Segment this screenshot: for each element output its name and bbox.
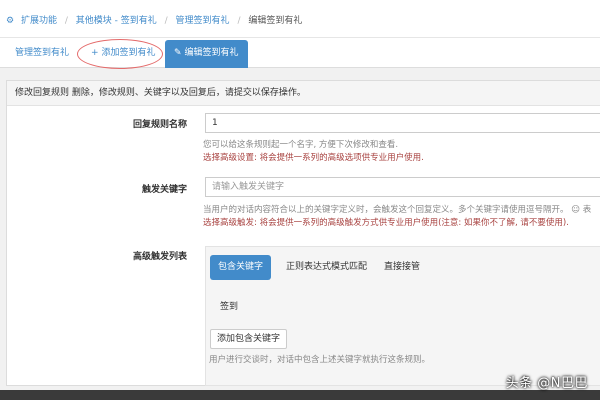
advanced-trigger-box: 包含关键字 正则表达式模式匹配 直接接管 签到 添加包含关键字 [205, 246, 600, 386]
watermark: 头条 @N巴巴 [505, 376, 588, 391]
advanced-trigger-label: 高级触发列表 [132, 252, 187, 262]
rule-name-help: 您可以给这条规则起一个名字, 方便下次修改和查看. [203, 140, 399, 150]
breadcrumb-item-extensions[interactable]: 扩展功能 [21, 16, 57, 26]
edit-icon: ✎ [174, 48, 182, 58]
tab-label: 编辑签到有礼 [184, 48, 239, 58]
tab-label: 添加签到有礼 [101, 48, 156, 58]
trigger-keyword-help: 当用户的对话内容符合以上的关键字定义时，会触发这个回复定义。多个关键字请使用逗号… [203, 203, 591, 215]
breadcrumb-separator: / [237, 16, 241, 26]
breadcrumb-item-current: 编辑签到有礼 [248, 16, 303, 26]
panel-subtitle: 删除，修改规则、关键字以及回复后，请提交以保存操作。 [71, 88, 306, 98]
keyword-item: 签到 [220, 302, 239, 312]
breadcrumb-item-module[interactable]: 其他模块 - 签到有礼 [76, 16, 157, 26]
rule-name-label: 回复规则名称 [132, 120, 187, 130]
rule-panel: 修改回复规则 删除，修改规则、关键字以及回复后，请提交以保存操作。 回复规则名称… [6, 80, 600, 386]
pill-contains-keyword[interactable]: 包含关键字 [210, 255, 272, 280]
trigger-keyword-advanced-warning: 选择高级触发: 将会提供一系列的高级触发方式供专业用户使用(注意: 如果你不了解… [203, 218, 569, 228]
tab-manage[interactable]: 管理签到有礼 [6, 40, 78, 67]
breadcrumb-item-manage[interactable]: 管理签到有礼 [176, 16, 230, 26]
breadcrumb: ⚙ 扩展功能 / 其他模块 - 签到有礼 / 管理签到有礼 / 编辑签到有礼 [0, 0, 600, 38]
tab-edit[interactable]: ✎ 编辑签到有礼 [165, 40, 248, 68]
trigger-keyword-label: 触发关键字 [141, 185, 187, 195]
advanced-trigger-help: 用户进行交谈时，对话中包含上述关键字就执行这条规则。 [209, 355, 431, 365]
breadcrumb-separator: / [164, 16, 168, 26]
rule-name-advanced-warning: 选择高级设置: 将会提供一系列的高级选项供专业用户使用. [203, 153, 424, 163]
gear-icon: ⚙ [6, 16, 15, 26]
rule-name-input[interactable]: 1 [205, 113, 600, 133]
tab-label: 管理签到有礼 [15, 48, 70, 58]
trigger-keyword-help-text: 当用户的对话内容符合以上的关键字定义时，会触发这个回复定义。多个关键字请使用逗号… [203, 205, 569, 215]
emoji-icon[interactable]: ☺ [571, 205, 580, 215]
tab-add[interactable]: + 添加签到有礼 [82, 40, 165, 67]
trigger-keyword-help-suffix: 表 [582, 205, 592, 215]
plus-icon: + [91, 48, 99, 58]
add-keyword-button[interactable]: 添加包含关键字 [210, 329, 288, 349]
pill-direct-takeover[interactable]: 直接接管 [376, 255, 428, 280]
trigger-keyword-input[interactable]: 请输入触发关键字 [205, 177, 600, 197]
pill-regex-match[interactable]: 正则表达式模式匹配 [278, 255, 375, 280]
bottom-bar [0, 390, 600, 400]
panel-title: 修改回复规则 [15, 88, 70, 98]
tab-bar: 管理签到有礼 + 添加签到有礼 ✎ 编辑签到有礼 [0, 38, 600, 68]
panel-heading: 修改回复规则 删除，修改规则、关键字以及回复后，请提交以保存操作。 [7, 81, 600, 106]
breadcrumb-separator: / [64, 16, 68, 26]
